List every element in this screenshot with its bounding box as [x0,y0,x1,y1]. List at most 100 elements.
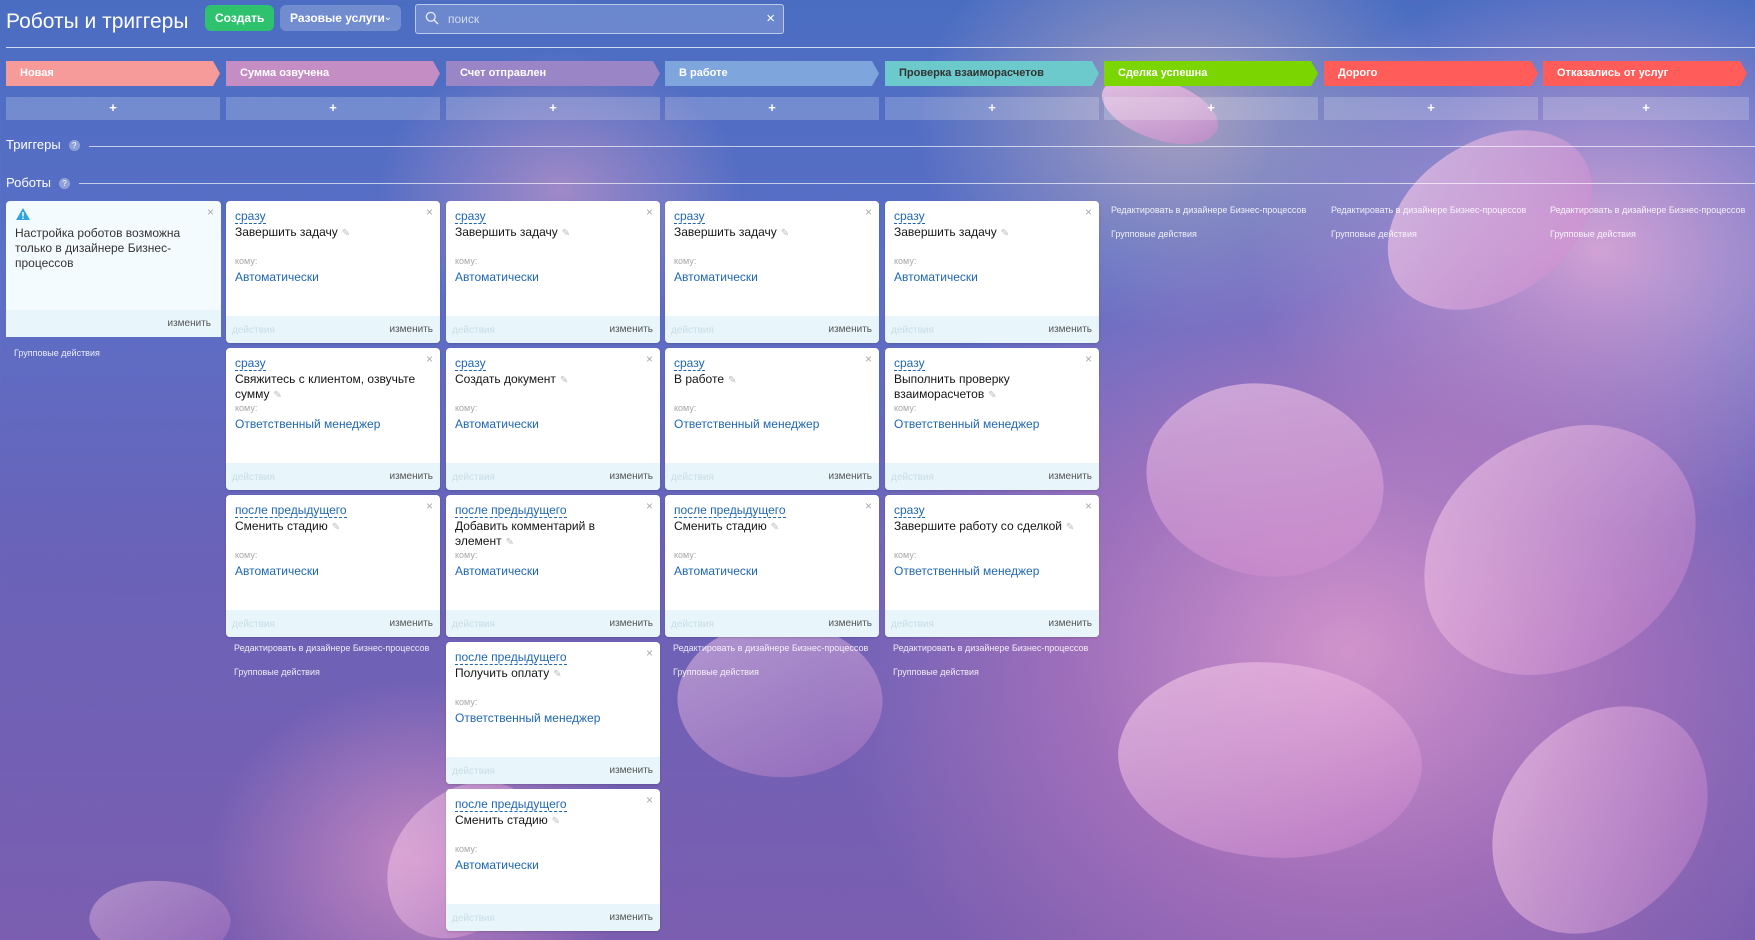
edit-link[interactable]: изменить [828,324,872,335]
robot-condition-link[interactable]: сразу [894,209,925,224]
add-robot-button[interactable]: + [665,97,879,120]
help-icon[interactable]: ? [68,140,80,151]
add-robot-button[interactable]: + [226,97,440,120]
robot-card[interactable]: сразу × Завершить задачу ✎ кому: Автоматическ… [885,201,1099,343]
pencil-icon[interactable]: ✎ [1066,522,1074,533]
edit-in-designer-link[interactable]: Редактировать в дизайнере Бизнес-процесс… [1550,205,1745,215]
robot-condition-link[interactable]: сразу [235,209,266,224]
robot-responsible[interactable]: Ответственный менеджер [894,417,1039,431]
robot-condition-link[interactable]: сразу [455,356,486,371]
robot-condition-link[interactable]: сразу [235,356,266,371]
stage-header[interactable]: Сделка успешна [1104,61,1318,86]
pencil-icon[interactable]: ✎ [552,816,560,827]
close-icon[interactable]: × [1085,205,1092,219]
robot-condition-link[interactable]: сразу [455,209,486,224]
close-icon[interactable]: × [865,205,872,219]
robot-card[interactable]: сразу × Завершить задачу ✎ кому: Автоматическ… [446,201,660,343]
edit-link[interactable]: изменить [1048,324,1092,335]
close-icon[interactable]: × [1085,499,1092,513]
edit-in-designer-link[interactable]: Редактировать в дизайнере Бизнес-процесс… [673,643,868,653]
edit-link[interactable]: изменить [609,324,653,335]
group-actions-link[interactable]: Групповые действия [14,348,100,358]
robot-responsible[interactable]: Автоматически [455,564,539,578]
robot-responsible[interactable]: Автоматически [674,270,758,284]
robot-condition-link[interactable]: сразу [674,209,705,224]
robot-responsible[interactable]: Ответственный менеджер [894,564,1039,578]
robot-responsible[interactable]: Ответственный менеджер [674,417,819,431]
edit-in-designer-link[interactable]: Редактировать в дизайнере Бизнес-процесс… [1111,205,1306,215]
create-button[interactable]: Создать [205,5,275,31]
robot-card[interactable]: после предыдущего × Сменить стадию ✎ кому: Ав… [446,789,660,931]
close-icon[interactable]: × [1085,352,1092,366]
close-icon[interactable]: × [426,205,433,219]
robot-card[interactable]: после предыдущего × Сменить стадию ✎ кому: Ав… [226,495,440,637]
pencil-icon[interactable]: ✎ [562,228,570,239]
stage-header[interactable]: Новая [6,61,220,86]
edit-link[interactable]: изменить [167,318,211,329]
edit-link[interactable]: изменить [609,912,653,923]
edit-in-designer-link[interactable]: Редактировать в дизайнере Бизнес-процесс… [1331,205,1526,215]
stage-header[interactable]: Дорого [1324,61,1538,86]
robot-card[interactable]: после предыдущего × Сменить стадию ✎ кому: Ав… [665,495,879,637]
robot-responsible[interactable]: Автоматически [455,858,539,872]
close-icon[interactable]: × [646,646,653,660]
edit-link[interactable]: изменить [609,765,653,776]
group-actions-link[interactable]: Групповые действия [1550,229,1636,239]
edit-link[interactable]: изменить [828,618,872,629]
robot-responsible[interactable]: Ответственный менеджер [235,417,380,431]
edit-link[interactable]: изменить [609,618,653,629]
robot-condition-link[interactable]: после предыдущего [235,503,347,518]
pencil-icon[interactable]: ✎ [560,375,568,386]
robot-responsible[interactable]: Автоматически [235,564,319,578]
add-robot-button[interactable]: + [1543,97,1749,120]
group-actions-link[interactable]: Групповые действия [673,667,759,677]
robot-card[interactable]: сразу × Завершите работу со сделкой ✎ кому: О… [885,495,1099,637]
stage-header[interactable]: Отказались от услуг [1543,61,1747,86]
add-robot-button[interactable]: + [6,97,220,120]
close-icon[interactable]: × [426,352,433,366]
pencil-icon[interactable]: ✎ [342,228,350,239]
pencil-icon[interactable]: ✎ [728,375,736,386]
add-robot-button[interactable]: + [885,97,1099,120]
stage-header[interactable]: Проверка взаиморасчетов [885,61,1099,86]
robot-condition-link[interactable]: сразу [894,503,925,518]
group-actions-link[interactable]: Групповые действия [1111,229,1197,239]
robot-responsible[interactable]: Автоматически [235,270,319,284]
robot-card[interactable]: сразу × Выполнить проверку взаиморасчетов ✎… [885,348,1099,490]
pencil-icon[interactable]: ✎ [781,228,789,239]
robot-responsible[interactable]: Ответственный менеджер [455,711,600,725]
robot-responsible[interactable]: Автоматически [674,564,758,578]
edit-link[interactable]: изменить [389,471,433,482]
robot-condition-link[interactable]: после предыдущего [455,797,567,812]
robot-condition-link[interactable]: после предыдущего [674,503,786,518]
edit-link[interactable]: изменить [1048,618,1092,629]
pencil-icon[interactable]: ✎ [771,522,779,533]
robot-card[interactable]: сразу × Создать документ ✎ кому: Автоматическ… [446,348,660,490]
robot-card[interactable]: после предыдущего × Получить оплату ✎ кому: О… [446,642,660,784]
close-icon[interactable]: × [426,499,433,513]
edit-in-designer-link[interactable]: Редактировать в дизайнере Бизнес-процесс… [893,643,1088,653]
add-robot-button[interactable]: + [1324,97,1538,120]
help-icon[interactable]: ? [59,178,71,189]
category-select[interactable]: Разовые услуги ⌄ [280,5,401,31]
robot-card[interactable]: после предыдущего × Добавить комментарий в… [446,495,660,637]
close-icon[interactable]: × [646,499,653,513]
edit-link[interactable]: изменить [609,471,653,482]
edit-link[interactable]: изменить [828,471,872,482]
robot-condition-link[interactable]: сразу [894,356,925,371]
edit-link[interactable]: изменить [389,324,433,335]
stage-header[interactable]: В работе [665,61,879,86]
group-actions-link[interactable]: Групповые действия [234,667,320,677]
add-robot-button[interactable]: + [1104,97,1318,120]
robot-card[interactable]: сразу × В работе ✎ кому: Ответственный менедж… [665,348,879,490]
pencil-icon[interactable]: ✎ [988,390,996,401]
stage-header[interactable]: Счет отправлен [446,61,660,86]
pencil-icon[interactable]: ✎ [274,390,282,401]
robot-condition-link[interactable]: после предыдущего [455,503,567,518]
close-icon[interactable]: × [646,793,653,807]
robot-card[interactable]: сразу × Свяжитесь с клиентом, озвучьте сум… [226,348,440,490]
group-actions-link[interactable]: Групповые действия [1331,229,1417,239]
close-icon[interactable]: × [766,10,775,28]
close-icon[interactable]: × [646,205,653,219]
pencil-icon[interactable]: ✎ [506,537,514,548]
